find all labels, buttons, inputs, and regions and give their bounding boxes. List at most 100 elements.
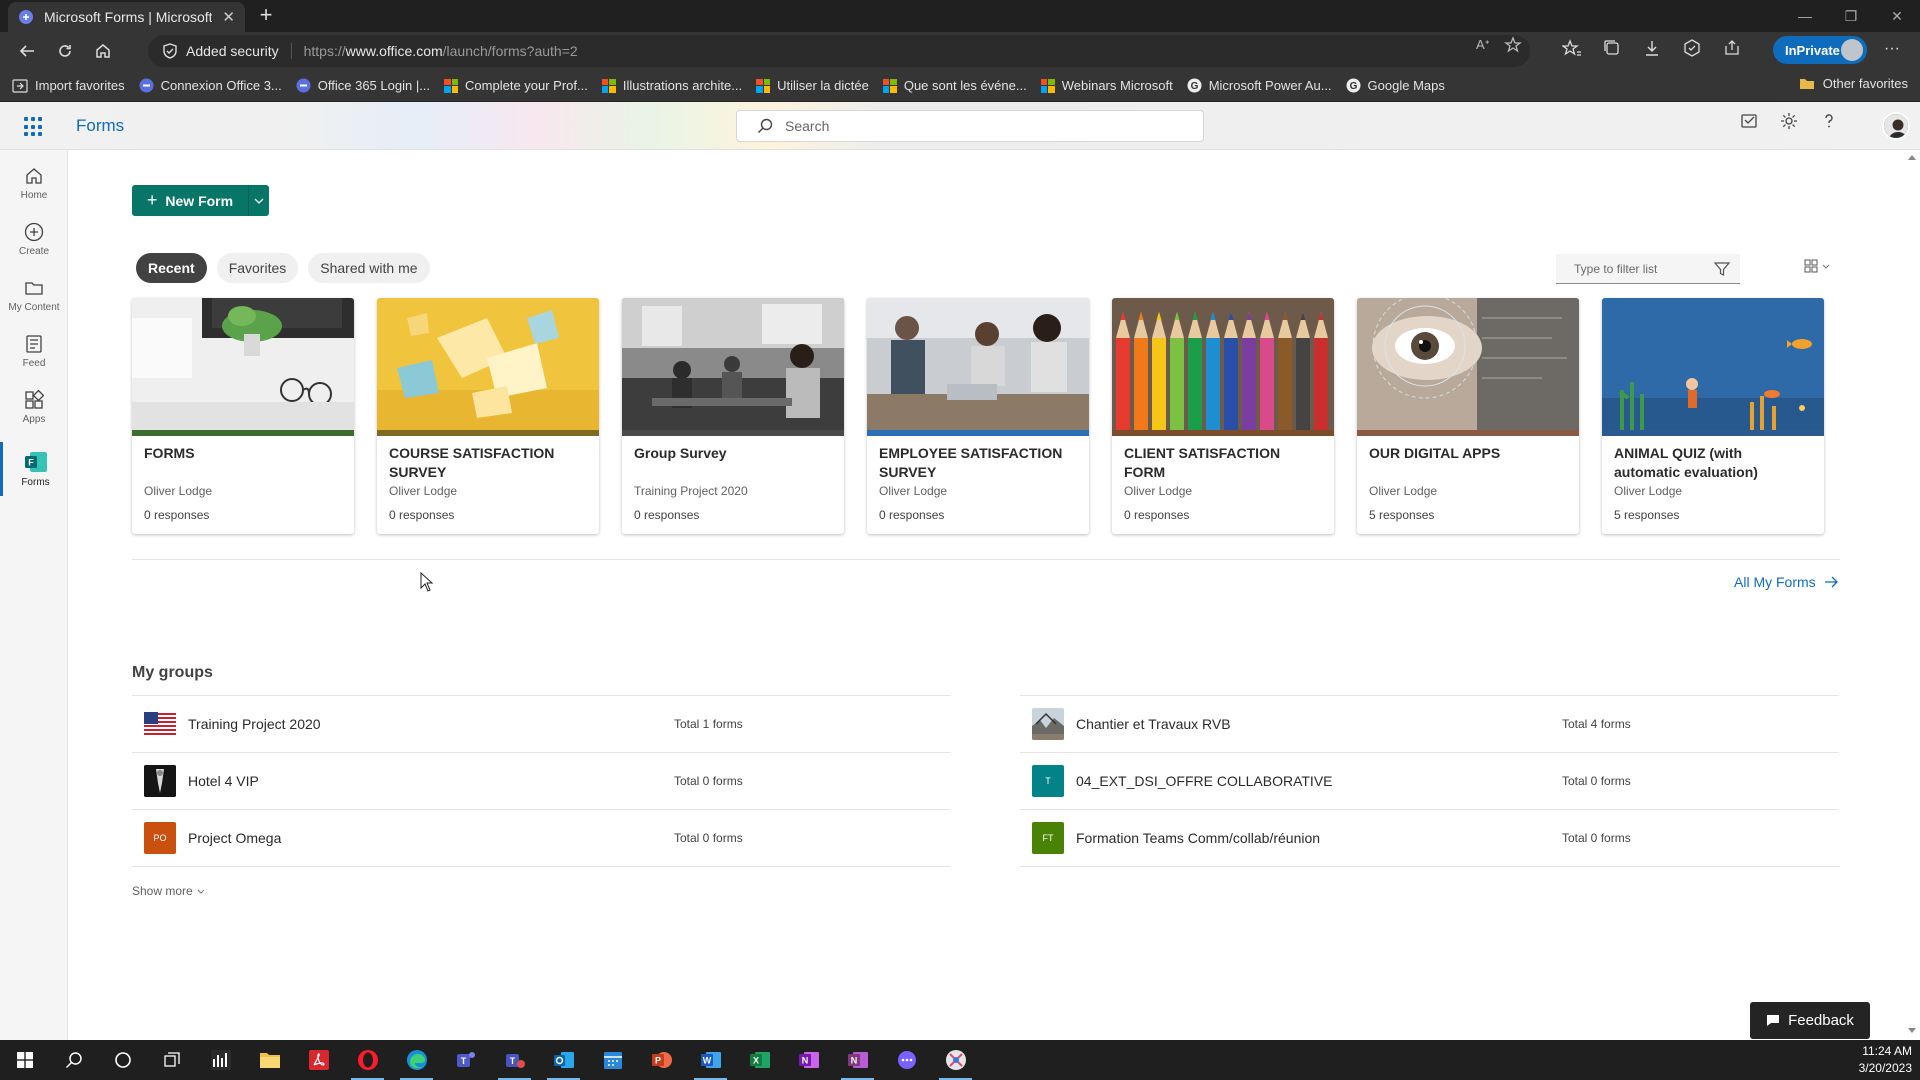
all-my-forms-link[interactable]: All My Forms <box>1734 574 1838 590</box>
stocks-app-icon[interactable] <box>196 1040 245 1080</box>
favorite-link[interactable]: G Microsoft Power Au... <box>1187 78 1332 93</box>
browser-tab[interactable]: Microsoft Forms | Microsoft 365 ✕ <box>8 2 245 32</box>
group-row[interactable]: Chantier et Travaux RVB Total 4 forms <box>1020 695 1838 752</box>
rail-item-forms[interactable]: F Forms <box>0 442 68 496</box>
feedback-button[interactable]: Feedback <box>1750 1002 1870 1039</box>
group-row[interactable]: PO Project Omega Total 0 forms <box>132 809 950 866</box>
home-button[interactable] <box>86 36 120 66</box>
favorite-link[interactable]: Office 365 Login |... <box>296 78 430 93</box>
tab-favorites[interactable]: Favorites <box>216 253 299 283</box>
form-card[interactable]: EMPLOYEE SATISFACTION SURVEY Oliver Lodg… <box>867 298 1089 534</box>
security-indicator[interactable]: Added security <box>162 43 292 59</box>
onenote-icon[interactable]: N <box>784 1040 833 1080</box>
excel-icon[interactable]: X <box>735 1040 784 1080</box>
minimize-button[interactable]: — <box>1782 0 1828 32</box>
browser-essentials-icon[interactable] <box>1682 38 1702 58</box>
help-icon[interactable] <box>1820 112 1838 130</box>
onenote-desktop-icon[interactable]: N <box>833 1040 882 1080</box>
share-icon[interactable] <box>1722 38 1742 58</box>
favorite-link[interactable]: Que sont les événe... <box>882 78 1027 93</box>
group-row[interactable]: FT Formation Teams Comm/collab/réunion T… <box>1020 809 1838 866</box>
user-avatar[interactable] <box>1882 112 1910 140</box>
rail-item-create[interactable]: Create <box>0 212 68 266</box>
card-title: OUR DIGITAL APPS <box>1369 445 1501 461</box>
cortana-icon[interactable] <box>98 1040 147 1080</box>
rail-item-my-content[interactable]: My Content <box>0 268 68 322</box>
group-row[interactable]: Hotel 4 VIP Total 0 forms <box>132 752 950 809</box>
app-launcher-icon[interactable] <box>24 117 44 137</box>
file-explorer-icon[interactable] <box>245 1040 294 1080</box>
new-form-dropdown[interactable] <box>249 185 269 216</box>
filter-list-input[interactable]: Type to filter list <box>1556 254 1740 284</box>
taskbar-search-icon[interactable] <box>49 1040 98 1080</box>
favorite-link[interactable]: Webinars Microsoft <box>1040 78 1173 93</box>
favorite-import[interactable]: Import favorites <box>12 78 125 93</box>
gear-icon[interactable] <box>1780 112 1798 130</box>
favorite-link[interactable]: Complete your Prof... <box>444 78 588 93</box>
new-form-button[interactable]: + New Form <box>132 185 269 216</box>
inprivate-button[interactable]: InPrivate <box>1773 36 1867 64</box>
refresh-button[interactable] <box>48 36 82 66</box>
apps-icon <box>25 389 44 409</box>
teams-classic-icon[interactable]: T <box>490 1040 539 1080</box>
group-form-count: Total 0 forms <box>674 774 743 788</box>
svg-text:W: W <box>702 1056 711 1066</box>
add-favorite-icon[interactable] <box>1503 36 1522 54</box>
favorite-link[interactable]: Utiliser la dictée <box>756 78 869 93</box>
address-bar[interactable]: Added security https://www.office.com/la… <box>148 35 1530 67</box>
vertical-scrollbar[interactable] <box>1904 150 1920 1040</box>
other-favorites[interactable]: Other favorites <box>1799 76 1908 91</box>
card-owner: Oliver Lodge <box>1614 484 1683 498</box>
group-form-count: Total 4 forms <box>1562 717 1631 731</box>
outlook-icon[interactable] <box>539 1040 588 1080</box>
word-icon[interactable]: W <box>686 1040 735 1080</box>
close-tab-icon[interactable]: ✕ <box>222 8 235 26</box>
tab-shared-with-me[interactable]: Shared with me <box>308 253 430 283</box>
snipping-tool-icon[interactable] <box>931 1040 980 1080</box>
powerpoint-icon[interactable]: P <box>637 1040 686 1080</box>
rail-item-feed[interactable]: Feed <box>0 324 68 378</box>
rail-item-home[interactable]: Home <box>0 156 68 210</box>
close-window-button[interactable]: ✕ <box>1874 0 1920 32</box>
new-tab-button[interactable]: + <box>256 4 276 26</box>
form-card[interactable]: OUR DIGITAL APPS Oliver Lodge 5 response… <box>1357 298 1579 534</box>
restore-button[interactable]: ❐ <box>1828 0 1874 32</box>
favorite-link[interactable]: Connexion Office 3... <box>139 78 282 93</box>
form-card[interactable]: Group Survey Training Project 2020 0 res… <box>622 298 844 534</box>
card-accent-bar <box>622 430 844 436</box>
edge-icon[interactable] <box>392 1040 441 1080</box>
view-toggle-button[interactable] <box>1804 259 1830 273</box>
read-aloud-icon[interactable]: Aᐩ <box>1476 37 1490 53</box>
favorite-link[interactable]: Illustrations archite... <box>601 78 742 93</box>
group-row[interactable]: T 04_EXT_DSI_OFFRE COLLABORATIVE Total 0… <box>1020 752 1838 809</box>
more-options-icon[interactable]: ··· <box>1884 40 1900 58</box>
form-card[interactable]: FORMS Oliver Lodge 0 responses <box>132 298 354 534</box>
chat-app-icon[interactable] <box>882 1040 931 1080</box>
my-day-icon[interactable] <box>1740 112 1758 130</box>
show-more-button[interactable]: Show more <box>132 884 205 898</box>
tab-recent[interactable]: Recent <box>136 253 207 283</box>
search-input[interactable]: Search <box>736 110 1204 142</box>
new-form-main[interactable]: + New Form <box>132 185 249 216</box>
favorites-icon[interactable] <box>1562 38 1582 58</box>
download-icon[interactable] <box>1642 38 1662 58</box>
start-button[interactable] <box>0 1040 49 1080</box>
form-card[interactable]: COURSE SATISFACTION SURVEY Oliver Lodge … <box>377 298 599 534</box>
collections-icon[interactable] <box>1602 38 1622 58</box>
system-clock[interactable]: 11:24 AM 3/20/2023 <box>1859 1043 1912 1077</box>
acrobat-icon[interactable] <box>294 1040 343 1080</box>
group-row[interactable]: Training Project 2020 Total 1 forms <box>132 695 950 752</box>
calendar-icon[interactable] <box>588 1040 637 1080</box>
opera-icon[interactable] <box>343 1040 392 1080</box>
form-card[interactable]: CLIENT SATISFACTION FORM Oliver Lodge 0 … <box>1112 298 1334 534</box>
app-title[interactable]: Forms <box>76 116 124 136</box>
form-card[interactable]: ANIMAL QUIZ (with automatic evaluation) … <box>1602 298 1824 534</box>
teams-icon[interactable]: T <box>441 1040 490 1080</box>
form-cover-image <box>1357 298 1579 430</box>
card-accent-bar <box>1112 430 1334 436</box>
task-view-icon[interactable] <box>147 1040 196 1080</box>
rail-item-apps[interactable]: Apps <box>0 380 68 434</box>
back-button[interactable] <box>10 36 44 66</box>
card-responses: 5 responses <box>1369 508 1435 522</box>
favorite-link[interactable]: G Google Maps <box>1346 78 1445 93</box>
